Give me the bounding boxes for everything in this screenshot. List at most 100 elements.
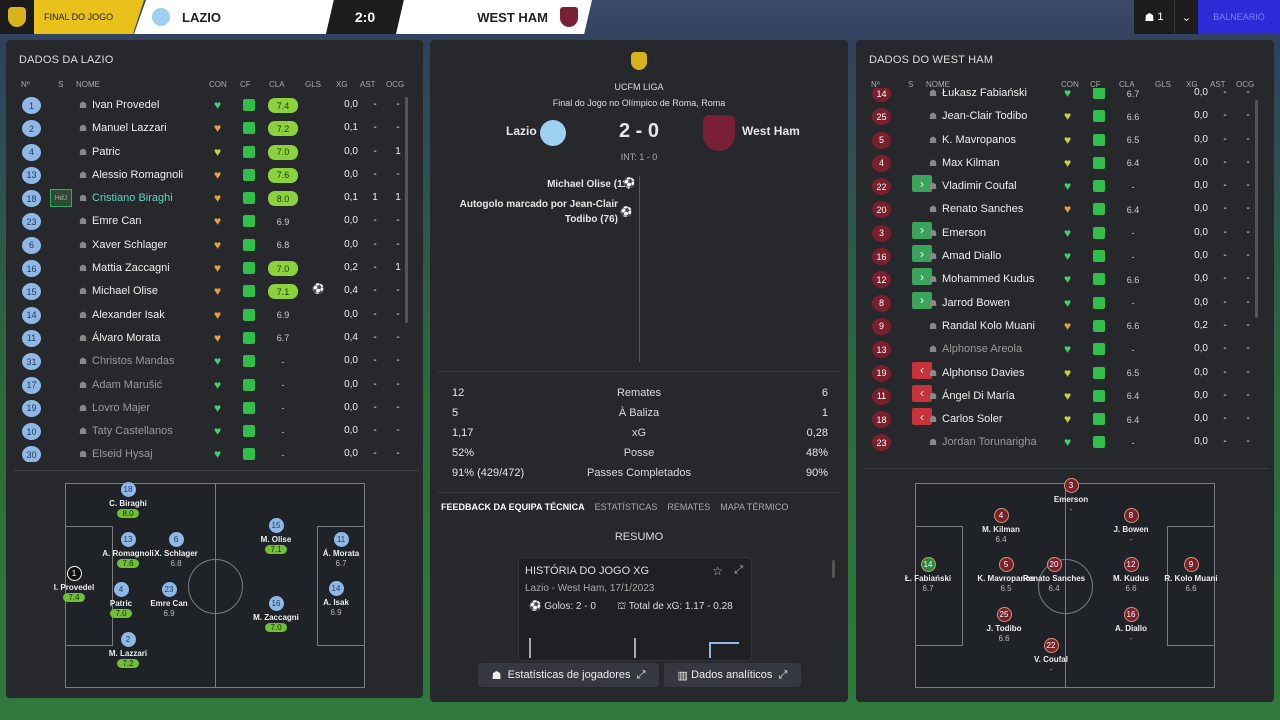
analytics-button[interactable]: ▥ Dados analíticos ⤢ [664, 663, 801, 687]
player-name[interactable]: Patric [92, 146, 120, 158]
formation-player[interactable]: 14 A. Isak 6.9 [296, 581, 376, 617]
player-name[interactable]: Vladimir Coufal [942, 180, 1017, 192]
table-row[interactable]: 10 ☗ Taty Castellanos ♥ - 0,0 - - [14, 420, 406, 443]
table-row[interactable]: 2 ☗ Manuel Lazzari ♥ 7.2 0,1 - - [14, 117, 406, 140]
formation-player[interactable]: 11 Á. Morata 6.7 [301, 532, 381, 568]
player-name[interactable]: Taty Castellanos [92, 425, 173, 437]
player-name[interactable]: Adam Marušić [92, 379, 162, 391]
player-name[interactable]: Ivan Provedel [92, 99, 159, 111]
table-row[interactable]: 14 ☗ Alexander Isak ♥ 6.9 0,0 - - [14, 304, 406, 327]
table-row[interactable]: 16 › ☗ Amad Diallo ♥ -0,0- - [864, 245, 1256, 268]
people-count-button[interactable]: ☗ 1 [1134, 0, 1174, 34]
scrollbar[interactable] [832, 560, 835, 578]
player-name[interactable]: Cristiano Biraghi [92, 192, 173, 204]
col-gls[interactable]: GLS [305, 80, 321, 89]
player-name[interactable]: Mohammed Kudus [942, 273, 1034, 285]
chevron-down-icon[interactable]: ⌄ [1174, 0, 1198, 34]
table-row[interactable]: 12 › ☗ Mohammed Kudus ♥ 6.6 0,0- - [864, 268, 1256, 291]
table-row[interactable]: 6 ☗ Xaver Schlager ♥ 6.8 0,0 - - [14, 234, 406, 257]
tab-shots[interactable]: REMATES [667, 502, 710, 512]
tab-stats[interactable]: ESTATÍSTICAS [595, 502, 658, 512]
col-name[interactable]: NOME [76, 80, 100, 89]
table-row[interactable]: 11 ☗ Álvaro Morata ♥ 6.7 0,4 - - [14, 327, 406, 350]
formation-player[interactable]: 2 M. Lazzari 7.2 [88, 632, 168, 668]
player-name[interactable]: Max Kilman [942, 157, 999, 169]
player-stats-button[interactable]: ☗ Estatísticas de jogadores ⤢ [478, 663, 659, 687]
table-row[interactable]: 20 ☗ Renato Sanches ♥ 6.4 0,0 - - [864, 198, 1256, 221]
formation-player[interactable]: 4 M. Kilman 6.4 [961, 508, 1041, 544]
player-name[interactable]: Łukasz Fabiański [942, 88, 1027, 99]
col-xg[interactable]: XG [336, 80, 348, 89]
formation-player[interactable]: 6 X. Schlager 6.8 [136, 532, 216, 568]
col-ocg[interactable]: OCG [386, 80, 404, 89]
player-name[interactable]: Alessio Romagnoli [92, 169, 183, 181]
table-row[interactable]: 8 › ☗ Jarrod Bowen ♥ -0,0- - [864, 291, 1256, 315]
col-s[interactable]: S [58, 80, 63, 89]
table-row[interactable]: 3 › ☗ Emerson ♥ -0,0- - [864, 221, 1256, 245]
player-name[interactable]: Álvaro Morata [92, 332, 160, 344]
col-cf[interactable]: CF [240, 80, 251, 89]
player-name[interactable]: Elseid Hysaj [92, 448, 153, 460]
formation-player[interactable]: 22 V. Coufal - [1011, 638, 1091, 674]
table-row[interactable]: 23 ☗ Jordan Torunarigha ♥ - 0,0 - - [864, 431, 1256, 454]
continue-button[interactable]: BALNEARIO [1198, 0, 1280, 34]
table-row[interactable]: 13 ☗ Alphonse Areola ♥ - 0,0 - - [864, 338, 1256, 361]
star-icon[interactable]: ☆ [712, 564, 723, 578]
player-name[interactable]: Ángel Di María [942, 390, 1015, 402]
player-name[interactable]: Randal Kolo Muani [942, 320, 1035, 332]
col-cla[interactable]: CLA [269, 80, 285, 89]
table-row[interactable]: 17 ☗ Adam Marušić ♥ - 0,0 - - [14, 374, 406, 397]
player-name[interactable]: Jordan Torunarigha [942, 436, 1037, 448]
table-row[interactable]: 22 › ☗ Vladimir Coufal ♥ -0,0- - [864, 175, 1256, 198]
player-name[interactable]: K. Mavropanos [942, 134, 1016, 146]
formation-player[interactable]: 18 C. Biraghi 8.0 [88, 482, 168, 518]
table-row[interactable]: 25 ☗ Jean-Clair Todibo ♥ 6.6 0,0 - - [864, 105, 1256, 128]
col-no[interactable]: Nº [21, 80, 30, 89]
col-con[interactable]: CON [209, 80, 227, 89]
table-row[interactable]: 31 ☗ Christos Mandas ♥ - 0,0 - - [14, 350, 406, 373]
player-name[interactable]: Manuel Lazzari [92, 122, 167, 134]
player-name[interactable]: Carlos Soler [942, 413, 1003, 425]
formation-player[interactable]: 14 Ł. Fabiański 6.7 [888, 557, 968, 593]
player-name[interactable]: Alphonse Areola [942, 343, 1022, 355]
formation-player[interactable]: 8 J. Bowen - [1091, 508, 1171, 544]
player-name[interactable]: Lovro Majer [92, 402, 150, 414]
table-row[interactable]: 14 ☗ Łukasz Fabiański ♥ 6.7 0,0 - - [864, 88, 1256, 105]
formation-player[interactable]: 9 R. Kolo Muani 6.6 [1151, 557, 1231, 593]
table-row[interactable]: 15 ☗ Michael Olise ♥ 7.1 ⚽ 0,4 - - [14, 280, 406, 303]
col-ast[interactable]: AST [360, 80, 376, 89]
table-row[interactable]: 16 ☗ Mattia Zaccagni ♥ 7.0 0,2 - 1 [14, 257, 406, 280]
table-row[interactable]: 11 ‹ ☗ Ángel Di María ♥ 6.4 0,0- - [864, 384, 1256, 408]
player-name[interactable]: Alphonso Davies [942, 367, 1025, 379]
player-name[interactable]: Christos Mandas [92, 355, 175, 367]
table-row[interactable]: 5 ☗ K. Mavropanos ♥ 6.5 0,0 - - [864, 129, 1256, 152]
player-name[interactable]: Alexander Isak [92, 309, 165, 321]
player-name[interactable]: Renato Sanches [942, 203, 1023, 215]
player-name[interactable]: Mattia Zaccagni [92, 262, 170, 274]
formation-player[interactable]: 23 Emre Can 6.9 [129, 582, 209, 618]
table-row[interactable]: 19 ☗ Lovro Majer ♥ - 0,0 - - [14, 397, 406, 420]
scrollbar[interactable] [405, 97, 408, 323]
tab-heatmap[interactable]: MAPA TÉRMICO [720, 502, 788, 512]
table-row[interactable]: 18 ‹ ☗ Carlos Soler ♥ 6.4 0,0- - [864, 408, 1256, 431]
formation-player[interactable]: 20 Renato Sanches 6.4 [1014, 557, 1094, 593]
player-name[interactable]: Xaver Schlager [92, 239, 167, 251]
scrollbar[interactable] [1255, 100, 1258, 318]
table-row[interactable]: 1 ☗ Ivan Provedel ♥ 7.4 0,0 - - [14, 94, 406, 117]
table-row[interactable]: 23 ☗ Emre Can ♥ 6.9 0,0 - - [14, 210, 406, 233]
external-link-icon[interactable]: ⤢ [734, 564, 743, 577]
player-name[interactable]: Emre Can [92, 215, 142, 227]
player-name[interactable]: Amad Diallo [942, 250, 1001, 262]
player-name[interactable]: Emerson [942, 227, 986, 239]
xg-story-card[interactable]: HISTÓRIA DO JOGO XG ☆ ⤢ Lazio - West Ham… [518, 557, 752, 661]
table-row[interactable]: 9 ☗ Randal Kolo Muani ♥ 6.6 0,2 - - [864, 315, 1256, 338]
table-row[interactable]: 18 HdJ ☗ Cristiano Biraghi ♥ 8.0 0,1 1 1 [14, 187, 406, 210]
table-row[interactable]: 13 ☗ Alessio Romagnoli ♥ 7.6 0,0 - - [14, 164, 406, 187]
table-row[interactable]: 4 ☗ Max Kilman ♥ 6.4 0,0 - - [864, 152, 1256, 175]
table-row[interactable]: 4 ☗ Patric ♥ 7.0 0,0 - 1 [14, 141, 406, 164]
table-row[interactable]: 19 ‹ ☗ Alphonso Davies ♥ 6.5 0,0- - [864, 361, 1256, 385]
table-row[interactable]: 30 ☗ Elseid Hysaj ♥ - 0,0 - - [14, 443, 406, 462]
tab-feedback[interactable]: FEEDBACK DA EQUIPA TÉCNICA [441, 502, 585, 512]
player-name[interactable]: Michael Olise [92, 285, 158, 297]
formation-player[interactable]: 16 A. Diallo - [1091, 607, 1171, 643]
